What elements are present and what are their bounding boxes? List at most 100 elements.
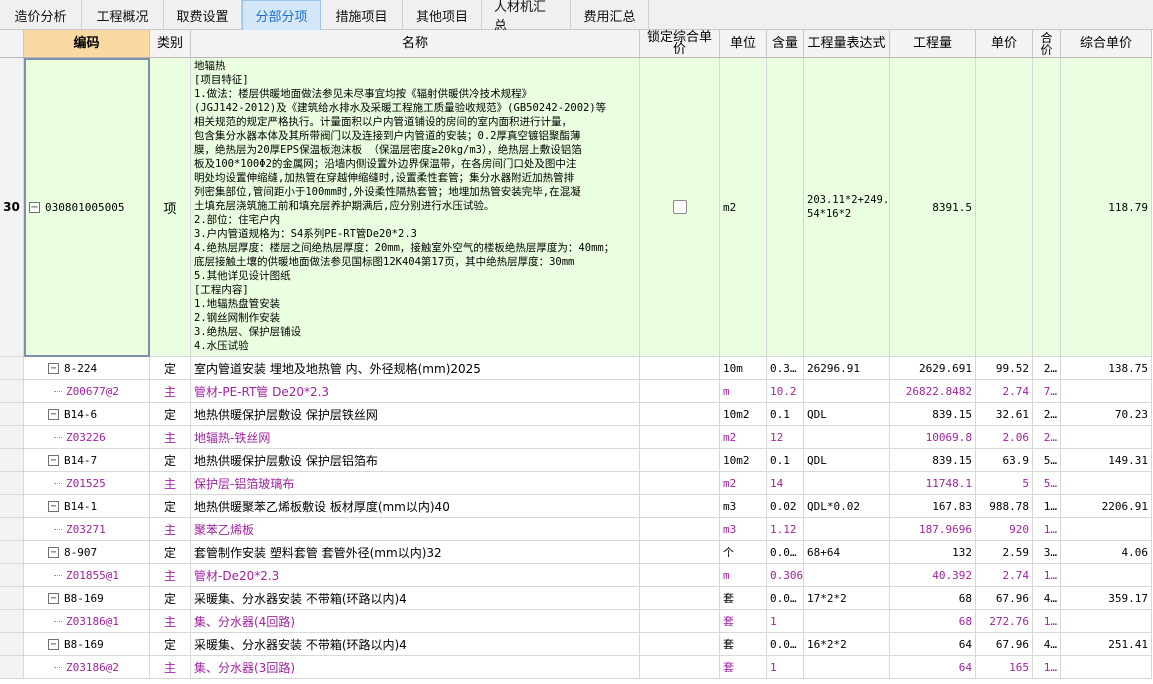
row-expression[interactable]: QDL*0.02: [804, 495, 890, 518]
row-content[interactable]: 1.12: [767, 518, 804, 541]
row-unit[interactable]: m2: [720, 472, 767, 495]
row-name[interactable]: 地热供暖保护层敷设 保护层铁丝网: [191, 403, 640, 426]
row-unit[interactable]: 10m: [720, 357, 767, 380]
row-expression[interactable]: [804, 656, 890, 679]
row-total[interactable]: 4…: [1033, 633, 1061, 656]
row-total[interactable]: 1…: [1033, 518, 1061, 541]
collapse-toggle-icon[interactable]: −: [48, 592, 59, 604]
row-composite-price[interactable]: [1061, 380, 1152, 403]
tab-project-overview[interactable]: 工程概况: [82, 0, 164, 30]
row-expression[interactable]: 16*2*2: [804, 633, 890, 656]
row-lock[interactable]: [640, 587, 720, 610]
row-composite-price[interactable]: [1061, 610, 1152, 633]
row-unit-price[interactable]: 63.9: [976, 449, 1033, 472]
row-unit[interactable]: m3: [720, 518, 767, 541]
row-type[interactable]: 主: [150, 426, 191, 449]
item-description[interactable]: 地辐热 [项目特征] 1.做法：楼层供暖地面做法参见未尽事宜均按《辐射供暖供冷技术规…: [191, 58, 640, 357]
row-unit[interactable]: m2: [720, 426, 767, 449]
row-quantity[interactable]: 187.9696: [890, 518, 976, 541]
row-name[interactable]: 室内管道安装 埋地及地热管 内、外径规格(mm)2025: [191, 357, 640, 380]
row-name[interactable]: 采暖集、分水器安装 不带箱(环路以内)4: [191, 633, 640, 656]
row-composite-price[interactable]: [1061, 472, 1152, 495]
row-lock[interactable]: [640, 518, 720, 541]
row-total[interactable]: 3…: [1033, 541, 1061, 564]
row-expression[interactable]: [804, 518, 890, 541]
row-composite-price[interactable]: 251.41: [1061, 633, 1152, 656]
row-unit-price[interactable]: 2.74: [976, 380, 1033, 403]
tab-measures[interactable]: 措施项目: [321, 0, 403, 30]
item-total[interactable]: [1033, 58, 1061, 357]
row-unit-price[interactable]: 2.74: [976, 564, 1033, 587]
header-composite-price[interactable]: 综合单价: [1061, 30, 1152, 58]
row-content[interactable]: 0.0…: [767, 633, 804, 656]
row-type[interactable]: 主: [150, 564, 191, 587]
row-code[interactable]: Z03186@1: [24, 610, 150, 633]
row-type[interactable]: 主: [150, 610, 191, 633]
header-unit[interactable]: 单位: [720, 30, 767, 58]
header-type[interactable]: 类别: [150, 30, 191, 58]
tab-fee-settings[interactable]: 取费设置: [164, 0, 242, 30]
row-name[interactable]: 聚苯乙烯板: [191, 518, 640, 541]
row-unit[interactable]: 10m2: [720, 403, 767, 426]
row-lock[interactable]: [640, 357, 720, 380]
row-unit[interactable]: 个: [720, 541, 767, 564]
row-unit-price[interactable]: 2.06: [976, 426, 1033, 449]
row-type[interactable]: 定: [150, 633, 191, 656]
row-code[interactable]: −8-224: [24, 357, 150, 380]
row-code[interactable]: Z01855@1: [24, 564, 150, 587]
row-code[interactable]: − B8-169: [24, 587, 150, 610]
row-total[interactable]: 1…: [1033, 495, 1061, 518]
quota-row[interactable]: − B8-169 定采暖集、分水器安装 不带箱(环路以内)4 套 0.0… 17*2*2 6…: [0, 587, 1153, 610]
quota-row[interactable]: −8-224 定室内管道安装 埋地及地热管 内、外径规格(mm)2025 10m 0.…: [0, 357, 1153, 380]
row-content[interactable]: 0.02: [767, 495, 804, 518]
item-unit-price[interactable]: [976, 58, 1033, 357]
collapse-toggle-icon[interactable]: −: [29, 202, 40, 213]
item-content[interactable]: [767, 58, 804, 357]
row-content[interactable]: 14: [767, 472, 804, 495]
collapse-toggle-icon[interactable]: −: [48, 638, 59, 650]
main-material-row[interactable]: Z03186@2 主集、分水器(3回路) 套 1 64 165 1…: [0, 656, 1153, 679]
row-total[interactable]: 7…: [1033, 380, 1061, 403]
header-quantity[interactable]: 工程量: [890, 30, 976, 58]
row-code[interactable]: Z03226: [24, 426, 150, 449]
row-content[interactable]: 12: [767, 426, 804, 449]
row-lock[interactable]: [640, 610, 720, 633]
row-lock[interactable]: [640, 541, 720, 564]
row-total[interactable]: 1…: [1033, 656, 1061, 679]
row-content[interactable]: 1: [767, 656, 804, 679]
row-unit[interactable]: 套: [720, 587, 767, 610]
row-composite-price[interactable]: 4.06: [1061, 541, 1152, 564]
row-type[interactable]: 主: [150, 472, 191, 495]
collapse-toggle-icon[interactable]: −: [48, 500, 59, 512]
row-unit-price[interactable]: 32.61: [976, 403, 1033, 426]
row-name[interactable]: 套管制作安装 塑料套管 套管外径(mm以内)32: [191, 541, 640, 564]
row-quantity[interactable]: 64: [890, 656, 976, 679]
row-total[interactable]: 5…: [1033, 472, 1061, 495]
row-lock[interactable]: [640, 472, 720, 495]
header-lock-price[interactable]: 锁定综合单价: [640, 30, 720, 58]
row-lock[interactable]: [640, 380, 720, 403]
row-expression[interactable]: [804, 564, 890, 587]
row-content[interactable]: 0.1: [767, 449, 804, 472]
row-name[interactable]: 保护层-铝箔玻璃布: [191, 472, 640, 495]
row-total[interactable]: 2…: [1033, 426, 1061, 449]
row-code[interactable]: Z03186@2: [24, 656, 150, 679]
row-expression[interactable]: 68+64: [804, 541, 890, 564]
header-expression[interactable]: 工程量表达式: [804, 30, 890, 58]
row-content[interactable]: 0.3…: [767, 357, 804, 380]
row-quantity[interactable]: 839.15: [890, 449, 976, 472]
item-code-cell[interactable]: − 030801005005: [24, 58, 150, 357]
row-expression[interactable]: 26296.91: [804, 357, 890, 380]
row-type[interactable]: 定: [150, 495, 191, 518]
row-name[interactable]: 集、分水器(3回路): [191, 656, 640, 679]
row-lock[interactable]: [640, 495, 720, 518]
row-name[interactable]: 地热供暖聚苯乙烯板敷设 板材厚度(mm以内)40: [191, 495, 640, 518]
row-content[interactable]: 0.0…: [767, 587, 804, 610]
row-lock[interactable]: [640, 403, 720, 426]
row-composite-price[interactable]: 149.31: [1061, 449, 1152, 472]
row-quantity[interactable]: 40.392: [890, 564, 976, 587]
row-expression[interactable]: 17*2*2: [804, 587, 890, 610]
row-lock[interactable]: [640, 426, 720, 449]
quota-row[interactable]: − B14-6 定地热供暖保护层敷设 保护层铁丝网 10m2 0.1 QDL 839.15 3…: [0, 403, 1153, 426]
row-type[interactable]: 定: [150, 587, 191, 610]
